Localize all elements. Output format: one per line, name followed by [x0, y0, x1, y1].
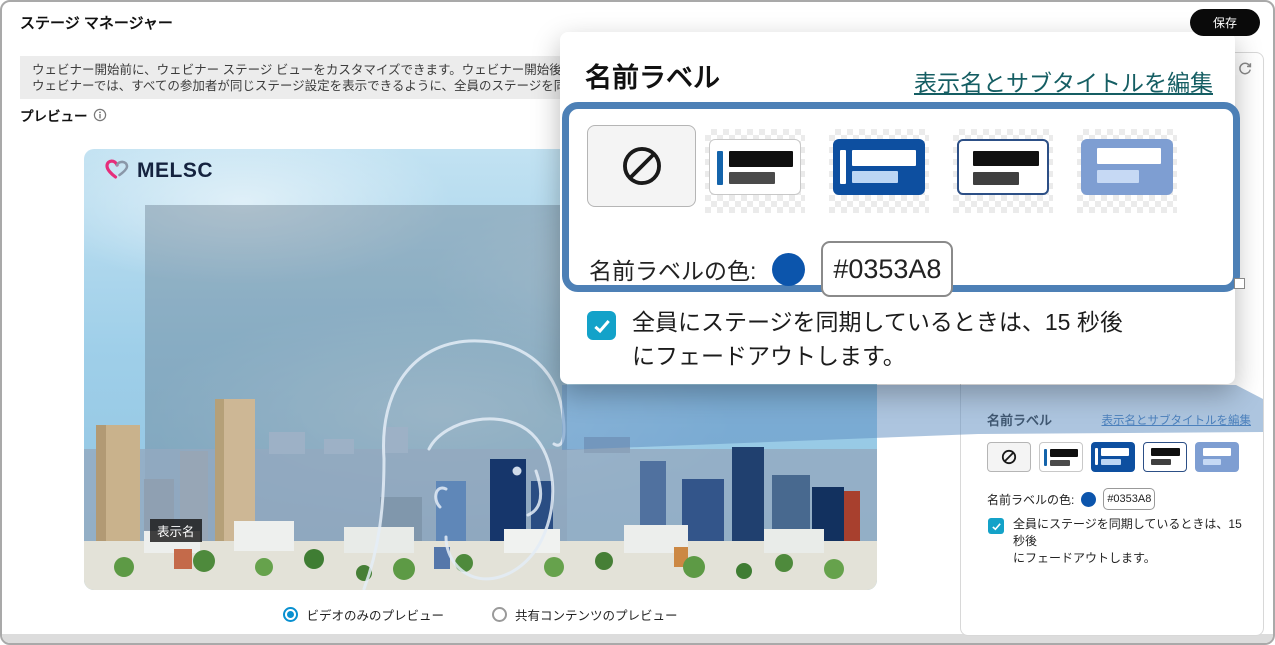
popup-label-style-translucent[interactable] — [1077, 129, 1177, 213]
sidebar-color-hex-input[interactable] — [1103, 488, 1155, 510]
brand-logo: MELSC — [104, 158, 213, 183]
preview-section-label: プレビュー — [20, 105, 107, 125]
prohibited-icon — [1001, 449, 1017, 465]
popup-label-style-white-accent[interactable] — [705, 129, 805, 213]
refresh-icon[interactable] — [1237, 61, 1253, 77]
popup-color-swatch[interactable] — [772, 253, 805, 286]
radio-unselected-icon[interactable] — [492, 607, 507, 622]
checkmark-icon — [592, 316, 612, 336]
heart-logo-icon — [104, 158, 131, 183]
sidebar-label-style-white-accent[interactable] — [1039, 442, 1083, 472]
sidebar-label-style-none[interactable] — [987, 442, 1031, 472]
popup-label-color-label: 名前ラベルの色: — [589, 252, 756, 286]
info-icon[interactable] — [93, 108, 107, 122]
sidebar-label-style-options — [987, 442, 1239, 472]
popup-edit-display-name-link[interactable]: 表示名とサブタイトルを編集 — [914, 64, 1213, 98]
sidebar-label-color-label: 名前ラベルの色: — [987, 491, 1074, 508]
radio-selected-icon[interactable] — [283, 607, 298, 622]
sidebar-color-swatch[interactable] — [1081, 492, 1096, 507]
sidebar-label-style-white-outline[interactable] — [1143, 442, 1187, 472]
save-button[interactable]: 保存 — [1190, 9, 1260, 36]
popup-sync-fade-checkbox[interactable] — [587, 311, 616, 340]
checkmark-icon — [991, 521, 1002, 532]
popup-label-style-white-outline[interactable] — [953, 129, 1053, 213]
radio-shared-content[interactable]: 共有コンテンツのプレビュー — [492, 605, 678, 624]
sidebar-label-style-blue-accent[interactable] — [1091, 442, 1135, 472]
popup-sync-fade-text: 全員にステージを同期しているときは、15 秒後 にフェードアウトします。 — [632, 305, 1123, 373]
popup-sync-fade-row: 全員にステージを同期しているときは、15 秒後 にフェードアウトします。 — [587, 305, 1123, 373]
annotation-resize-handle[interactable] — [1234, 278, 1245, 289]
popup-color-hex-input[interactable] — [821, 241, 953, 297]
preview-mode-radios: ビデオのみのプレビュー 共有コンテンツのプレビュー — [84, 605, 877, 624]
radio-video-only[interactable]: ビデオのみのプレビュー — [283, 605, 444, 624]
popup-name-label-header: 名前ラベル — [585, 56, 720, 95]
display-name-tag: 表示名 — [150, 519, 202, 542]
page-title: ステージ マネージャー — [20, 12, 173, 33]
popup-label-style-none[interactable] — [587, 125, 696, 207]
sidebar-name-label-header: 名前ラベル — [987, 410, 1052, 429]
name-label-popup: 名前ラベル 表示名とサブタイトルを編集 — [560, 32, 1235, 384]
prohibited-icon — [620, 144, 664, 188]
brand-name: MELSC — [137, 159, 213, 183]
popup-label-style-blue-accent[interactable] — [829, 129, 929, 213]
sidebar-label-color-row: 名前ラベルの色: — [987, 488, 1155, 510]
sidebar-sync-fade-text: 全員にステージを同期しているときは、15 秒後 にフェードアウトします。 — [1013, 516, 1251, 567]
annotation-highlight-box: 名前ラベルの色: — [562, 102, 1240, 292]
sidebar-sync-fade-checkbox[interactable] — [988, 518, 1004, 534]
stage-manager-window: ステージ マネージャー 保存 ウェビナー開始前に、ウェビナー ステージ ビューを… — [0, 0, 1275, 645]
sidebar-sync-fade-row: 全員にステージを同期しているときは、15 秒後 にフェードアウトします。 — [988, 516, 1251, 567]
sidebar-edit-display-name-link[interactable]: 表示名とサブタイトルを編集 — [1102, 412, 1252, 428]
sidebar-label-style-translucent[interactable] — [1195, 442, 1239, 472]
popup-label-color-row: 名前ラベルの色: — [589, 241, 953, 297]
